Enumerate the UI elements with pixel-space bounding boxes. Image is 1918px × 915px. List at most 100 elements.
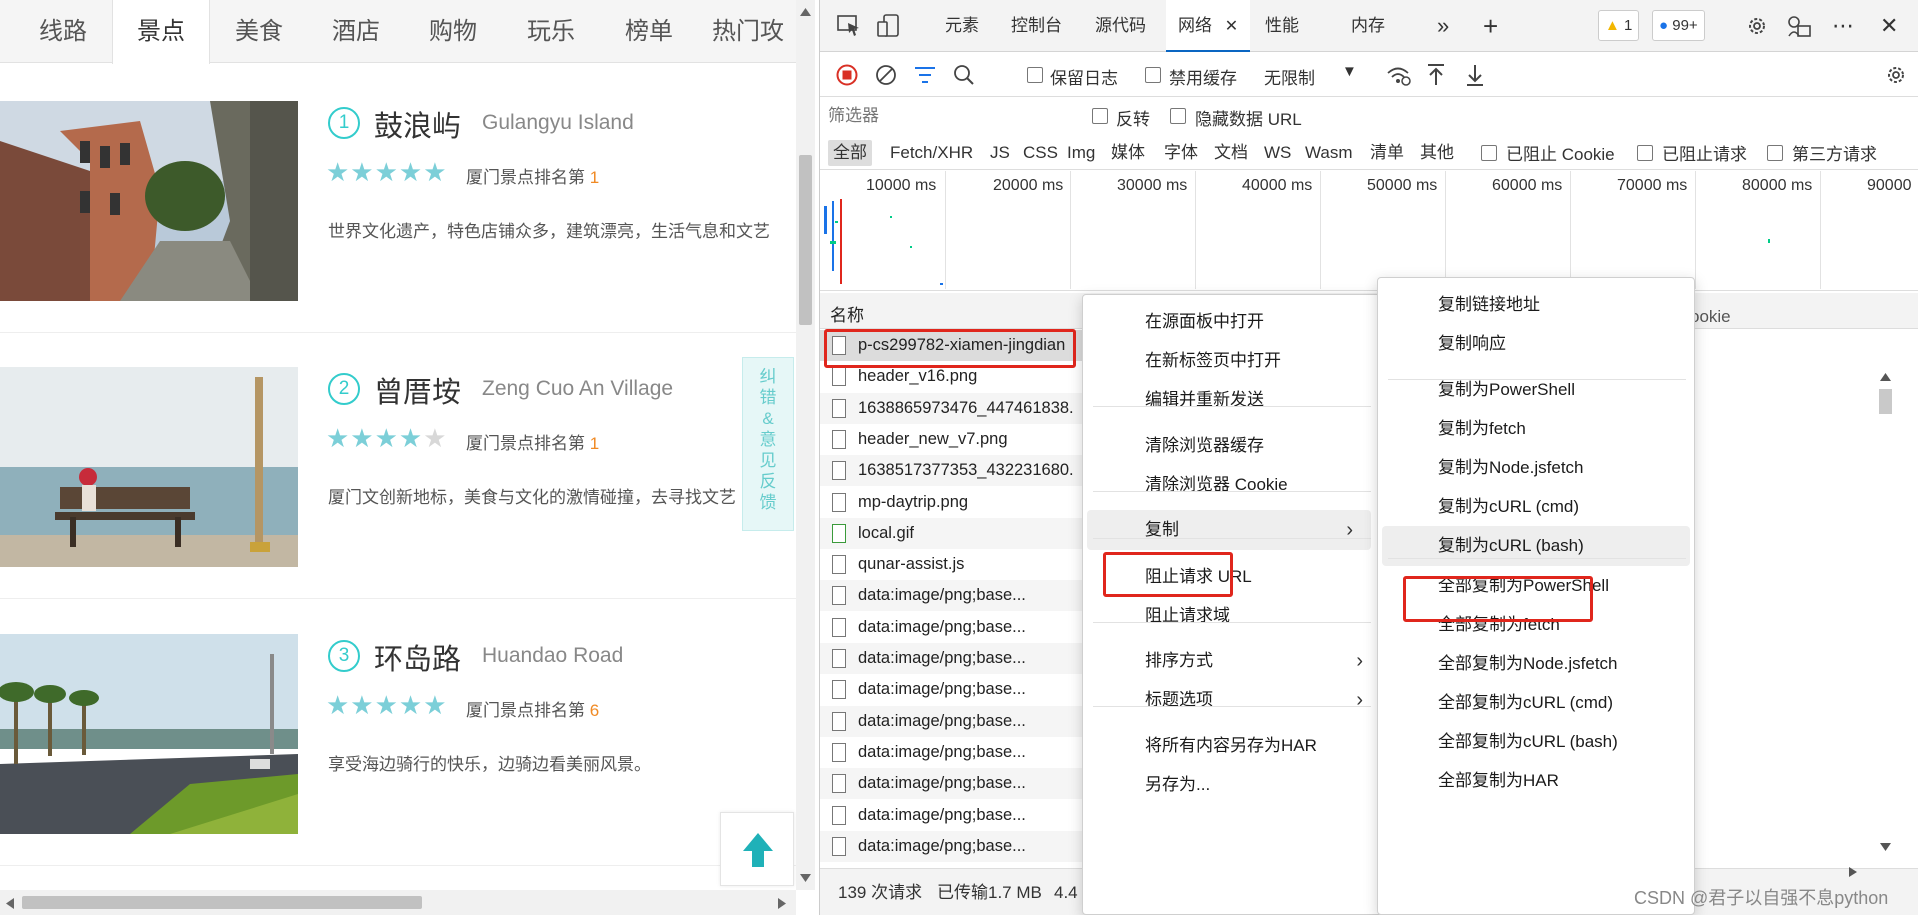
messages-badge[interactable]: ● 99+ [1652, 10, 1705, 41]
tab-network[interactable]: 网络 ✕ [1166, 0, 1251, 52]
request-row[interactable]: data:image/png;base... [820, 612, 1082, 643]
request-row[interactable]: data:image/png;base... [820, 580, 1082, 612]
request-row[interactable]: local.gif [820, 517, 1082, 549]
back-to-top-button[interactable] [720, 812, 794, 886]
copy-menu-item[interactable]: 全部复制为cURL (cmd) [1378, 683, 1694, 723]
spot-card[interactable]: 2 曾厝垵 Zeng Cuo An Village ★★★★★ 厦门景点排名第 … [0, 333, 796, 599]
scroll-up-icon[interactable] [800, 8, 811, 16]
nav-tab-rankings[interactable]: 榜单 [600, 0, 698, 63]
nav-tab-hot-guides[interactable]: 热门攻略 [712, 0, 796, 63]
menu-item-save-all-as-har[interactable]: 将所有内容另存为HAR [1083, 726, 1381, 766]
detail-scrollbar[interactable] [1874, 367, 1897, 857]
tab-memory[interactable]: 内存 [1351, 0, 1385, 52]
tab-elements[interactable]: 元素 [945, 0, 979, 52]
type-img[interactable]: Img [1067, 140, 1095, 166]
copy-menu-item[interactable]: 复制响应 [1378, 324, 1694, 364]
request-row[interactable]: data:image/png;base... [820, 800, 1082, 831]
menu-item-clear-browser-cookies[interactable]: 清除浏览器 Cookie [1083, 465, 1381, 505]
scrollbar-thumb[interactable] [799, 155, 812, 325]
request-row[interactable]: header_new_v7.png [820, 424, 1082, 455]
inspect-element-icon[interactable] [837, 15, 861, 37]
menu-item-open-in-sources[interactable]: 在源面板中打开 [1083, 302, 1381, 342]
network-settings-icon[interactable] [1884, 63, 1908, 87]
filter-input[interactable] [828, 102, 1078, 130]
warnings-badge[interactable]: ▲ 1 [1598, 10, 1640, 41]
menu-item-clear-browser-cache[interactable]: 清除浏览器缓存 [1083, 426, 1381, 466]
network-conditions-icon[interactable] [1385, 64, 1411, 86]
blocked-cookies-checkbox[interactable] [1481, 145, 1497, 161]
clear-icon[interactable] [875, 64, 897, 86]
type-fetch-xhr[interactable]: Fetch/XHR [890, 140, 973, 166]
type-wasm[interactable]: Wasm [1305, 140, 1353, 166]
spot-card[interactable]: 3 环岛路 Huandao Road ★★★★★ 厦门景点排名第 6 享受海边骑… [0, 600, 796, 866]
type-doc[interactable]: 文档 [1214, 140, 1248, 166]
hide-data-url-checkbox[interactable] [1170, 108, 1186, 124]
copy-menu-item[interactable]: 复制为Node.jsfetch [1378, 448, 1694, 488]
copy-menu-item[interactable]: 复制为cURL (cmd) [1378, 487, 1694, 527]
type-ws[interactable]: WS [1264, 140, 1291, 166]
scrollbar-thumb[interactable] [22, 896, 422, 909]
preserve-log-checkbox[interactable] [1027, 67, 1043, 83]
menu-item-block-request-domain[interactable]: 阻止请求域 [1083, 596, 1381, 636]
scroll-right-icon[interactable] [1848, 866, 1858, 878]
page-vertical-scrollbar[interactable] [796, 0, 815, 890]
scroll-down-icon[interactable] [1880, 843, 1891, 851]
request-row[interactable]: data:image/png;base... [820, 737, 1082, 768]
request-row[interactable]: mp-daytrip.png [820, 487, 1082, 518]
close-tab-icon[interactable]: ✕ [1225, 18, 1238, 35]
disable-cache-checkbox[interactable] [1145, 67, 1161, 83]
request-row[interactable]: data:image/png;base... [820, 830, 1082, 862]
invert-checkbox[interactable] [1092, 108, 1108, 124]
column-name[interactable]: 名称 [830, 301, 864, 326]
more-tabs-icon[interactable]: » [1437, 0, 1449, 52]
menu-item-open-in-new-tab[interactable]: 在新标签页中打开 [1083, 341, 1381, 381]
type-font[interactable]: 字体 [1164, 140, 1198, 166]
add-tab-icon[interactable]: + [1483, 0, 1498, 52]
device-toolbar-icon[interactable] [877, 14, 903, 38]
type-manifest[interactable]: 清单 [1370, 140, 1404, 166]
menu-item-edit-and-resend[interactable]: 编辑并重新发送 [1083, 380, 1381, 420]
copy-menu-item[interactable]: 复制为PowerShell [1378, 370, 1694, 410]
copy-menu-item[interactable]: 全部复制为HAR [1378, 761, 1694, 801]
timeline-overview[interactable]: 10000 ms 20000 ms 30000 ms 40000 ms 5000… [820, 171, 1918, 291]
request-row[interactable]: data:image/png;base... [820, 643, 1082, 674]
request-row[interactable]: 1638865973476_447461838. [820, 392, 1082, 424]
tab-console[interactable]: 控制台 [1011, 0, 1062, 52]
feedback-button[interactable]: 纠错&意见反馈 [742, 357, 794, 531]
request-row[interactable]: data:image/png;base... [820, 705, 1082, 737]
menu-item-sort-by[interactable]: 排序方式 › [1083, 641, 1381, 681]
record-stop-icon[interactable] [836, 64, 858, 86]
nav-tab-hotels[interactable]: 酒店 [307, 0, 405, 63]
menu-item-header-options[interactable]: 标题选项 › [1083, 680, 1381, 720]
scrollbar-thumb[interactable] [1879, 389, 1892, 414]
blocked-requests-checkbox[interactable] [1637, 145, 1653, 161]
request-row[interactable]: 1638517377353_432231680. [820, 455, 1082, 487]
type-css[interactable]: CSS [1023, 140, 1058, 166]
menu-item-copy[interactable]: 复制 › [1087, 510, 1371, 550]
column-cookie[interactable]: ookie [1690, 307, 1731, 327]
more-options-icon[interactable]: ⋯ [1832, 0, 1854, 52]
copy-menu-item[interactable]: 复制为cURL (bash) [1382, 526, 1690, 566]
spot-photo-zengcuoan[interactable] [0, 367, 298, 567]
copy-menu-item[interactable]: 复制为fetch [1378, 409, 1694, 449]
request-row[interactable]: data:image/png;base... [820, 674, 1082, 705]
nav-tab-fun[interactable]: 玩乐 [502, 0, 600, 63]
type-all[interactable]: 全部 [828, 140, 872, 166]
throttling-select[interactable]: 无限制 ▼ [1264, 63, 1358, 89]
tab-sources[interactable]: 源代码 [1095, 0, 1146, 52]
scroll-left-icon[interactable] [6, 898, 14, 909]
scroll-up-icon[interactable] [1880, 373, 1891, 381]
copy-menu-item[interactable]: 全部复制为Node.jsfetch [1378, 644, 1694, 684]
request-row[interactable]: data:image/png;base... [820, 768, 1082, 800]
page-horizontal-scrollbar[interactable] [0, 890, 796, 915]
search-icon[interactable] [953, 64, 975, 86]
third-party-checkbox[interactable] [1767, 145, 1783, 161]
spot-photo-huandao-road[interactable] [0, 634, 298, 834]
filter-icon[interactable] [914, 65, 936, 85]
connect-devices-icon[interactable] [1786, 14, 1812, 38]
copy-menu-item[interactable]: 复制链接地址 [1378, 285, 1694, 325]
type-js[interactable]: JS [990, 140, 1010, 166]
tab-performance[interactable]: 性能 [1265, 0, 1299, 52]
scroll-down-icon[interactable] [800, 874, 811, 882]
nav-tab-attractions[interactable]: 景点 [112, 0, 210, 64]
